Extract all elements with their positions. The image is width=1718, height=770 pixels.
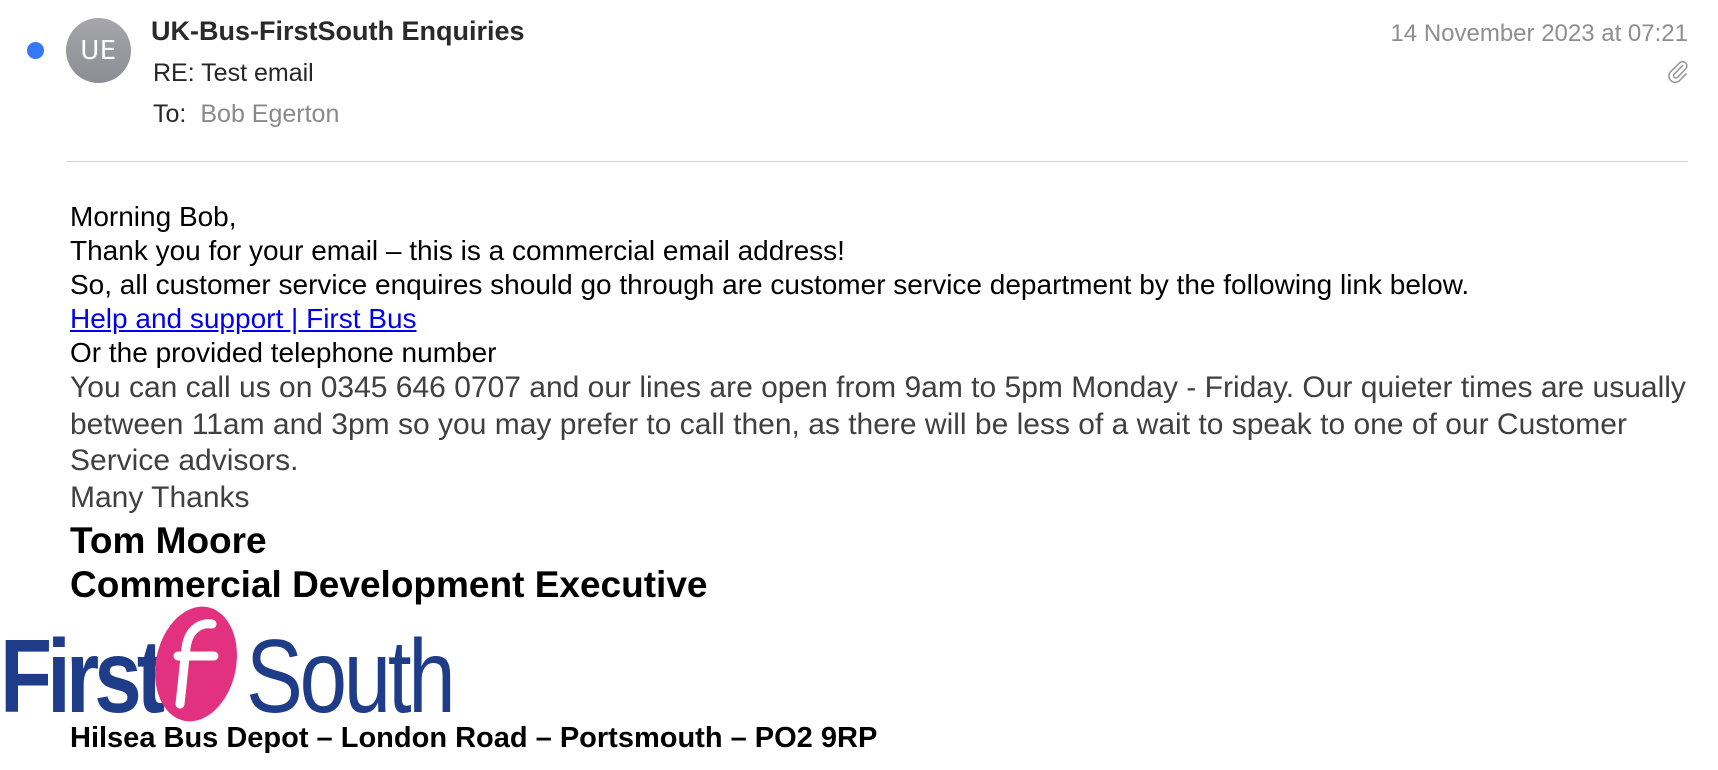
logo-word-first: First	[0, 619, 165, 724]
avatar-initials: UE	[80, 35, 117, 66]
email-date: 14 November 2023 at 07:21	[1390, 20, 1688, 47]
body-line-2: So, all customer service enquires should…	[70, 269, 1470, 300]
avatar: UE	[66, 18, 131, 83]
logo-word-south: South	[246, 619, 452, 724]
signature-name: Tom Moore	[70, 520, 267, 561]
paperclip-icon[interactable]	[1665, 58, 1689, 84]
signoff: Many Thanks	[70, 480, 250, 514]
body-line-1: Thank you for your email – this is a com…	[70, 235, 845, 266]
email-subject: RE: Test email	[153, 59, 314, 87]
first-south-logo: First South	[0, 606, 456, 724]
to-label: To:	[153, 100, 187, 128]
help-support-link[interactable]: Help and support | First Bus	[70, 303, 417, 334]
body-line-3: Or the provided telephone number	[70, 337, 497, 368]
signature-address: Hilsea Bus Depot – London Road – Portsmo…	[70, 722, 878, 754]
recipient-row: To: Bob Egerton	[153, 100, 339, 129]
unread-indicator	[27, 42, 44, 59]
recipient-name[interactable]: Bob Egerton	[200, 100, 339, 128]
phone-paragraph: You can call us on 0345 646 0707 and our…	[70, 371, 1686, 477]
sender-name[interactable]: UK-Bus-FirstSouth Enquiries	[151, 16, 525, 47]
header-divider	[66, 161, 1688, 162]
email-body: Morning Bob, Thank you for your email – …	[70, 200, 1710, 607]
signature-title: Commercial Development Executive	[70, 564, 708, 605]
greeting: Morning Bob,	[70, 201, 237, 232]
